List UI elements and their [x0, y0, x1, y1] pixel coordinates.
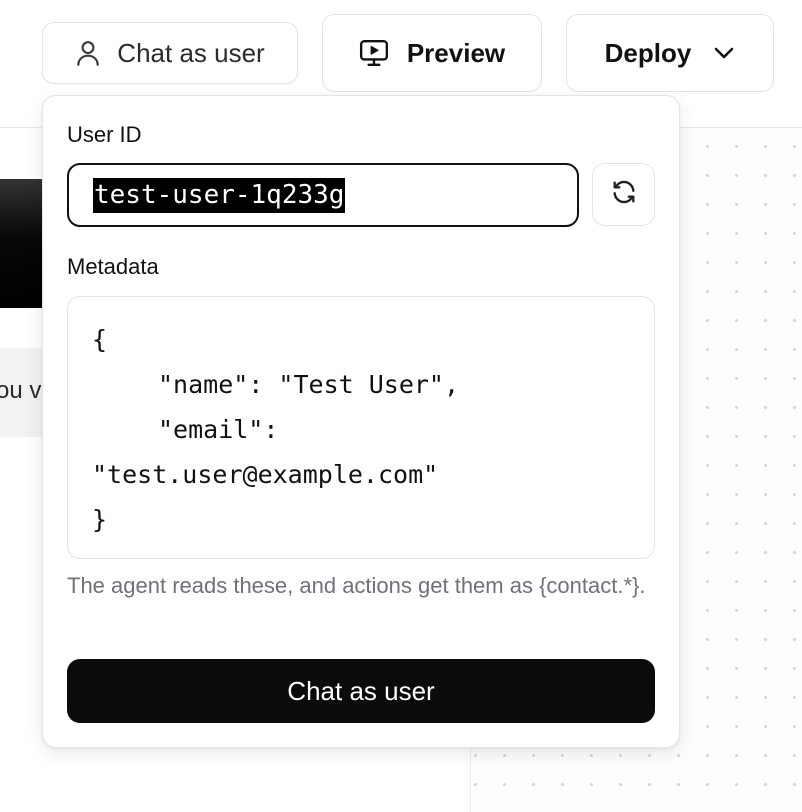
chat-as-user-submit-button[interactable]: Chat as user: [67, 659, 655, 723]
metadata-line: "email":: [158, 415, 279, 444]
user-id-label: User ID: [67, 122, 142, 147]
chevron-down-icon: [713, 46, 735, 60]
metadata-line: "test.user@example.com": [92, 460, 439, 489]
chat-as-user-toggle-label: Chat as user: [117, 37, 265, 68]
background-preview-block: [0, 179, 44, 308]
user-icon: [75, 39, 101, 67]
chat-as-user-popover: User ID test-user-1q233g Metadata { "nam…: [42, 95, 680, 748]
metadata-label: Metadata: [67, 254, 159, 279]
chat-as-user-submit-label: Chat as user: [287, 675, 435, 706]
deploy-label: Deploy: [604, 37, 692, 68]
metadata-line: }: [92, 505, 108, 534]
metadata-line: {: [92, 325, 108, 354]
background-message-text: ou v: [0, 377, 42, 404]
deploy-button[interactable]: Deploy: [566, 14, 774, 92]
chat-as-user-toggle-button[interactable]: Chat as user: [42, 22, 298, 84]
preview-label: Preview: [406, 37, 506, 68]
metadata-line: "name": "Test User",: [158, 370, 460, 399]
monitor-play-icon: [359, 38, 389, 68]
metadata-editor[interactable]: { "name": "Test User", "email": "test.us…: [67, 296, 655, 559]
preview-button[interactable]: Preview: [322, 14, 542, 92]
user-id-input[interactable]: test-user-1q233g: [67, 163, 579, 227]
refresh-icon: [610, 178, 638, 211]
background-message-strip: ou v: [0, 348, 48, 437]
metadata-help-text: The agent reads these, and actions get t…: [67, 573, 646, 598]
regenerate-user-id-button[interactable]: [592, 163, 655, 226]
user-id-value: test-user-1q233g: [93, 177, 346, 213]
